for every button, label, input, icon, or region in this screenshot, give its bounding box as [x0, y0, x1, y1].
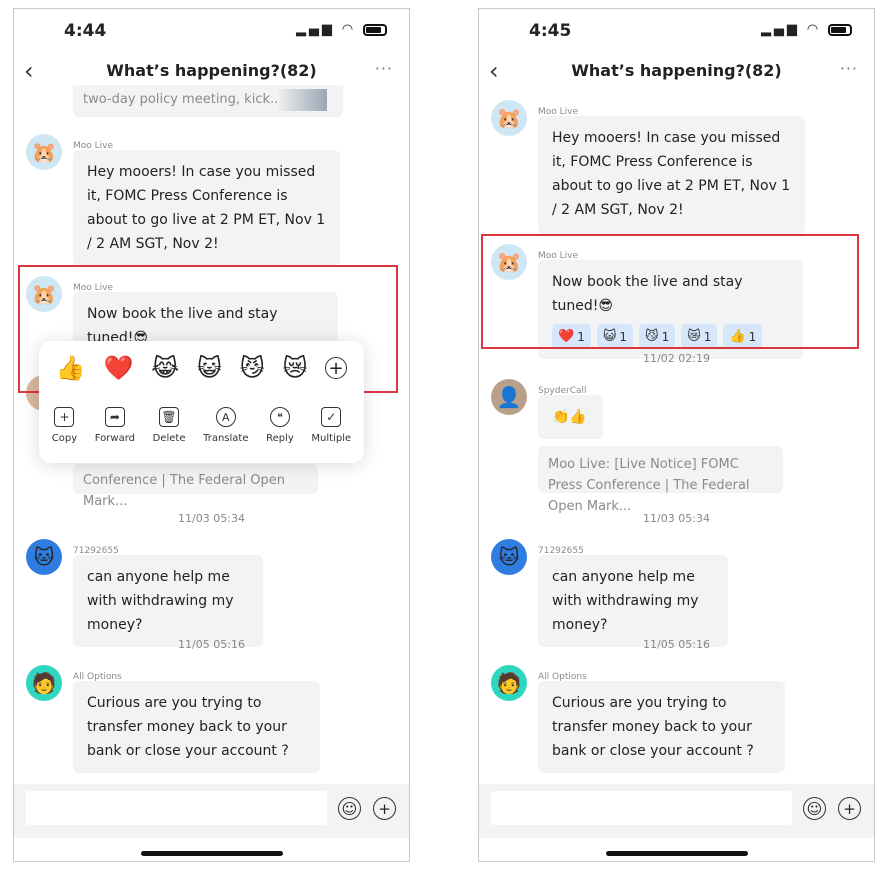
emoji-button[interactable]: ☺: [338, 797, 361, 820]
chat-title: What’s happening?(82): [106, 61, 317, 80]
action-label: Copy: [51, 433, 78, 444]
avatar[interactable]: 🧑: [491, 665, 527, 701]
add-attachment-button[interactable]: +: [373, 797, 396, 820]
action-label: Multiple: [311, 433, 352, 444]
copy-icon: +: [54, 407, 75, 427]
translate-icon: A: [215, 407, 236, 427]
input-bar: ☺ +: [14, 784, 409, 838]
timestamp: 11/05 05:16: [643, 638, 710, 651]
avatar[interactable]: 👤: [491, 379, 527, 415]
message-bubble[interactable]: can anyone help me with withdrawing my m…: [538, 555, 728, 647]
phone-screen-right: 🐹 Moo Live Hey mooers! In case you missed …: [478, 8, 875, 862]
add-attachment-button[interactable]: +: [838, 797, 861, 820]
reply-button[interactable]: ❝ Reply: [266, 407, 294, 444]
copy-button[interactable]: + Copy: [52, 407, 77, 444]
forward-button[interactable]: ➦ Forward: [95, 407, 135, 444]
status-icons: ▂▄▆ ◠: [296, 22, 387, 37]
wifi-icon: ◠: [807, 22, 821, 37]
phone-screen-left: two-day policy meeting, kick... 🐹 Moo Live…: [13, 8, 410, 862]
avatar[interactable]: 🐱: [491, 539, 527, 575]
home-indicator: [141, 851, 283, 856]
status-time: 4:44: [64, 21, 107, 41]
plus-circle-icon[interactable]: +: [325, 357, 348, 379]
message-bubble[interactable]: Hey mooers! In case you missed it, FOMC …: [538, 116, 805, 234]
translate-button[interactable]: A Translate: [203, 407, 248, 444]
reply-quote-icon: ❝: [269, 407, 290, 427]
message-bubble[interactable]: Curious are you trying to transfer money…: [73, 681, 320, 773]
more-options-button[interactable]: ···: [375, 59, 393, 78]
delete-button[interactable]: 🗑 Delete: [152, 407, 186, 444]
multi-select-icon: ✓: [321, 407, 342, 427]
action-label: Forward: [94, 433, 135, 444]
forward-icon: ➦: [104, 407, 125, 427]
message-input[interactable]: [491, 791, 792, 825]
avatar[interactable]: 🐱: [26, 539, 62, 575]
action-label: Delete: [152, 433, 186, 444]
wifi-icon: ◠: [342, 22, 356, 37]
reaction-option[interactable]: 😹: [151, 354, 179, 382]
input-bar: ☺ +: [479, 784, 874, 838]
message-bubble[interactable]: Curious are you trying to transfer money…: [538, 681, 785, 773]
reaction-option[interactable]: 😺: [197, 354, 222, 382]
battery-icon: [828, 23, 852, 36]
emoji-button[interactable]: ☺: [803, 797, 826, 820]
reaction-option[interactable]: 😿: [282, 354, 307, 382]
message-action-popup: 👍 ❤️ 😹 😺 😼 😿 + + Copy ➦ Forward 🗑 Delete A Translate ❝ R…: [39, 341, 364, 463]
avatar[interactable]: 🐹: [491, 100, 527, 136]
message-bubble[interactable]: can anyone help me with withdrawing my m…: [73, 555, 263, 647]
action-label: Translate: [203, 433, 249, 444]
more-options-button[interactable]: ···: [840, 59, 858, 78]
message-bubble[interactable]: 👏👍: [538, 395, 603, 439]
reaction-option[interactable]: ❤️: [103, 354, 133, 382]
quote-thumbnail: [279, 89, 327, 111]
home-indicator: [606, 851, 748, 856]
quoted-message[interactable]: Moo Live: [Live Notice] FOMC Press Confe…: [538, 446, 783, 514]
timestamp: 11/03 05:34: [643, 512, 710, 525]
status-icons: ▂▄▆ ◠: [761, 22, 852, 37]
message-input[interactable]: [26, 791, 327, 825]
chat-title: What’s happening?(82): [571, 61, 782, 80]
timestamp: 11/02 02:19: [643, 352, 710, 365]
reaction-option[interactable]: 👍: [56, 354, 86, 382]
message-bubble[interactable]: Hey mooers! In case you missed it, FOMC …: [73, 150, 340, 266]
avatar[interactable]: 🐹: [26, 134, 62, 170]
reaction-option[interactable]: 😼: [240, 354, 265, 382]
battery-icon: [363, 23, 387, 36]
timestamp: 11/03 05:34: [178, 512, 245, 525]
timestamp: 11/05 05:16: [178, 638, 245, 651]
signal-icon: ▂▄▆: [295, 22, 335, 37]
reaction-picker: 👍 ❤️ 😹 😺 😼 😿 +: [39, 341, 364, 395]
avatar[interactable]: 🧑: [26, 665, 62, 701]
action-label: Reply: [266, 433, 294, 444]
status-time: 4:45: [529, 21, 572, 41]
quoted-message[interactable]: Conference | The Federal Open Mark...: [73, 464, 318, 509]
highlight-box: [481, 234, 859, 349]
multiple-button[interactable]: ✓ Multiple: [311, 407, 351, 444]
trash-icon: 🗑: [159, 407, 180, 427]
action-row: + Copy ➦ Forward 🗑 Delete A Translate ❝ Reply ✓ Mul…: [39, 395, 364, 444]
signal-icon: ▂▄▆: [760, 22, 800, 37]
